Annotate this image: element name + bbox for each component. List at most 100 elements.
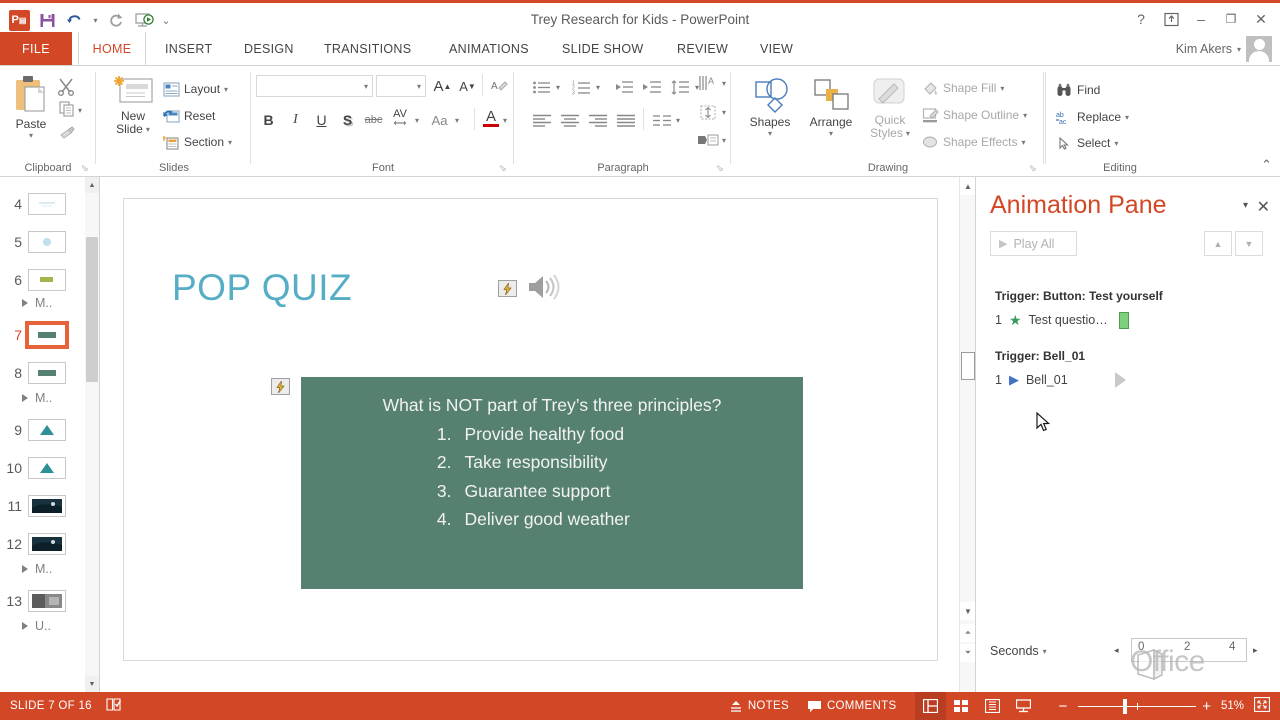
reset-button[interactable]: Reset <box>160 104 218 128</box>
copy-button[interactable] <box>58 100 76 121</box>
fit-slide-to-window-button[interactable] <box>1248 696 1280 715</box>
thumb-image[interactable] <box>28 457 66 479</box>
new-slide-button[interactable]: New Slide ▾ <box>107 74 159 136</box>
save-icon[interactable] <box>34 8 60 32</box>
thumb-image[interactable] <box>28 533 66 555</box>
animation-trigger-badge-box[interactable] <box>271 378 290 395</box>
animation-pane-close-icon[interactable]: ✕ <box>1257 197 1270 217</box>
ribbon-display-options-icon[interactable] <box>1156 6 1186 32</box>
thumbnail-scroll-down-button[interactable]: ▼ <box>85 676 99 692</box>
font-color-caret-icon[interactable]: ▾ <box>503 116 507 125</box>
thumb-image[interactable] <box>28 495 66 517</box>
thumb-image[interactable] <box>28 362 66 384</box>
thumb-image[interactable] <box>25 321 69 349</box>
decrease-indent-button[interactable] <box>611 75 637 99</box>
justify-button[interactable] <box>613 108 639 132</box>
tab-view[interactable]: VIEW <box>747 32 806 65</box>
thumbnail-scrollbar[interactable]: ▲ ▼ <box>85 177 99 692</box>
copy-caret-icon[interactable]: ▾ <box>78 106 82 115</box>
increase-indent-button[interactable] <box>639 75 665 99</box>
tab-design[interactable]: DESIGN <box>231 32 307 65</box>
quiz-content-box[interactable]: What is NOT part of Trey’s three princip… <box>301 377 803 589</box>
slide-scroll-down-button[interactable]: ▼ <box>960 602 976 620</box>
italic-button[interactable]: I <box>283 108 308 132</box>
text-shadow-button[interactable]: S <box>335 108 360 132</box>
spellcheck-icon[interactable] <box>106 697 122 715</box>
tab-insert[interactable]: INSERT <box>152 32 225 65</box>
timeline-scroll-right-icon[interactable]: ▸ <box>1253 645 1258 656</box>
arrange-button[interactable]: Arrange ▾ <box>802 76 860 138</box>
animation-pane-menu-icon[interactable]: ▾ <box>1243 200 1248 211</box>
slideshow-view-button[interactable] <box>1008 692 1039 720</box>
section-header[interactable]: U.. <box>0 613 85 639</box>
shape-fill-button[interactable]: Shape Fill ▾ <box>919 76 1007 100</box>
thumb-image[interactable] <box>28 193 66 215</box>
animation-item-bell[interactable]: 1 ▶ Bell_01 <box>995 371 1126 389</box>
thumbnail-scroll-thumb[interactable] <box>86 237 98 382</box>
text-direction-caret-icon[interactable]: ▾ <box>722 79 726 88</box>
zoom-level-label[interactable]: 51% <box>1217 700 1248 712</box>
layout-button[interactable]: Layout ▾ <box>160 77 231 101</box>
font-dialog-launcher[interactable]: ⬂ <box>499 163 510 174</box>
underline-button[interactable]: U <box>309 108 334 132</box>
close-button[interactable]: ✕ <box>1246 6 1276 32</box>
slide-count-label[interactable]: SLIDE 7 OF 16 <box>10 700 92 712</box>
audio-speaker-icon[interactable] <box>526 272 562 305</box>
section-expand-icon[interactable] <box>22 299 28 307</box>
undo-dropdown-icon[interactable]: ▾ <box>90 8 101 32</box>
numbering-caret-icon[interactable]: ▾ <box>596 83 600 92</box>
zoom-out-button[interactable]: − <box>1053 698 1072 715</box>
thumb-image[interactable] <box>28 419 66 441</box>
normal-view-button[interactable] <box>915 692 947 720</box>
customize-qat-icon[interactable]: ⌄ <box>159 8 173 32</box>
tab-transitions[interactable]: TRANSITIONS <box>311 32 424 65</box>
thumb-image[interactable] <box>28 590 66 612</box>
timeline-ruler[interactable]: 0 2 4 <box>1131 638 1247 662</box>
collapse-ribbon-button[interactable]: ⌃ <box>1261 157 1272 173</box>
strikethrough-button[interactable]: abc <box>361 108 386 132</box>
slide-canvas[interactable]: POP QUIZ What is NOT part of Trey’s thre… <box>123 198 938 661</box>
slide-title[interactable]: POP QUIZ <box>172 267 352 309</box>
thumbnail-slide-7[interactable]: 7 <box>0 316 85 354</box>
align-right-button[interactable] <box>585 108 611 132</box>
reading-view-button[interactable] <box>977 692 1008 720</box>
previous-slide-button[interactable]: ⏶ <box>960 624 976 642</box>
tab-home[interactable]: HOME <box>78 32 146 65</box>
quick-styles-button[interactable]: Quick Styles ▾ <box>863 76 917 140</box>
change-case-caret-icon[interactable]: ▾ <box>455 116 459 125</box>
paragraph-dialog-launcher[interactable]: ⬂ <box>716 163 727 174</box>
align-text-caret-icon[interactable]: ▾ <box>722 108 726 117</box>
bold-button[interactable]: B <box>256 108 281 132</box>
next-slide-button[interactable]: ⏷ <box>960 644 976 662</box>
slide-scroll-thumb[interactable] <box>961 352 975 380</box>
thumbnail-slide-4[interactable]: 4 <box>0 185 85 223</box>
shape-outline-button[interactable]: Shape Outline ▾ <box>919 103 1030 127</box>
thumbnail-slide-5[interactable]: 5 <box>0 223 85 261</box>
timeline-scroll-left-icon[interactable]: ◂ <box>1114 645 1119 656</box>
tab-animations[interactable]: ANIMATIONS <box>436 32 542 65</box>
play-all-button[interactable]: ▶ Play All <box>990 231 1077 256</box>
thumbnail-slide-10[interactable]: 10 <box>0 449 85 487</box>
undo-icon[interactable] <box>62 8 88 32</box>
thumbnail-scroll-up-button[interactable]: ▲ <box>85 177 99 193</box>
smartart-caret-icon[interactable]: ▾ <box>722 136 726 145</box>
section-expand-icon[interactable] <box>22 565 28 573</box>
text-direction-button[interactable]: A <box>695 71 721 95</box>
help-icon[interactable]: ? <box>1126 6 1156 32</box>
decrease-font-size-button[interactable]: A ▼ <box>455 74 480 98</box>
drawing-dialog-launcher[interactable]: ⬂ <box>1029 163 1040 174</box>
animation-media-bar[interactable] <box>1114 372 1126 388</box>
bullets-caret-icon[interactable]: ▾ <box>556 83 560 92</box>
paste-button[interactable]: Paste ▾ <box>8 74 54 140</box>
find-button[interactable]: Find <box>1053 78 1103 102</box>
animation-trigger-badge-title[interactable] <box>498 280 517 297</box>
slide-sorter-view-button[interactable] <box>946 692 977 720</box>
align-center-button[interactable] <box>557 108 583 132</box>
section-expand-icon[interactable] <box>22 622 28 630</box>
tab-review[interactable]: REVIEW <box>664 32 741 65</box>
line-spacing-button[interactable] <box>668 75 694 99</box>
cut-button[interactable] <box>56 76 76 99</box>
section-header[interactable]: M.. <box>0 290 85 316</box>
animation-item-test-question[interactable]: 1 ★ Test questio… <box>995 311 1129 329</box>
animation-timeline[interactable]: ◂ 0 2 4 ▸ <box>1114 638 1264 662</box>
